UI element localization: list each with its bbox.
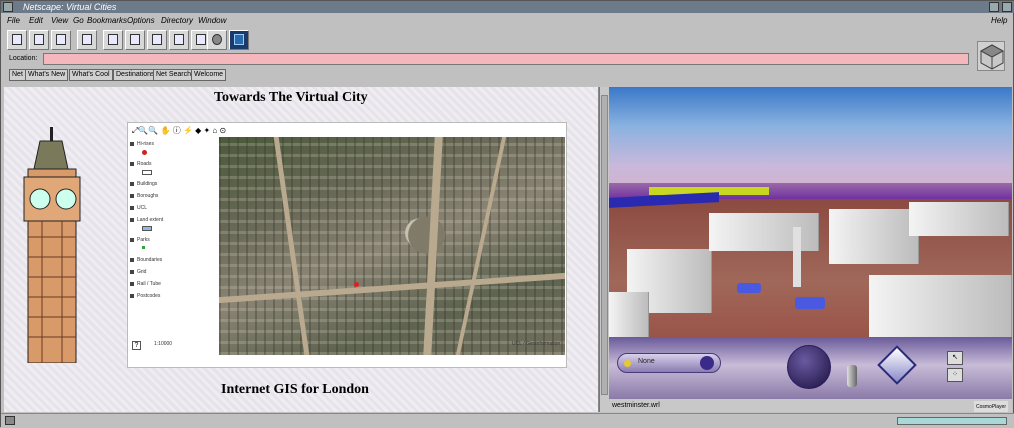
print-icon[interactable] (169, 30, 189, 50)
vr-status-bar: westminster.wrl CosmoPlayer (609, 399, 1012, 412)
edit-icon[interactable] (77, 30, 97, 50)
menu-edit[interactable]: Edit (29, 14, 43, 28)
location-label: Location: (9, 55, 38, 62)
stop-icon[interactable] (207, 30, 227, 50)
navigation-sphere-icon[interactable] (787, 345, 831, 389)
gis-applet: ⤢🔍🔍 ✋ ⓘ ⚡ ◆ ✦ ⌂ ⊙ Hi-rises Roads Buildin… (127, 122, 567, 368)
vr-building (609, 292, 649, 337)
layer-item[interactable]: Roads (130, 161, 218, 181)
zoom-slider[interactable] (847, 365, 857, 387)
world-filename: westminster.wrl (612, 402, 660, 409)
layer-item[interactable]: Boundaries (130, 257, 218, 269)
menu-help[interactable]: Help (991, 14, 1007, 28)
window-menu-button[interactable] (3, 2, 13, 12)
home-icon[interactable] (51, 30, 71, 50)
vrml-frame: None ↖ ⁘ westminster.wrl CosmoPlayer (609, 87, 1012, 412)
viewpoint-dot-icon (624, 360, 631, 367)
layer-legend: Hi-rises Roads Buildings Boroughs UCL La… (130, 141, 218, 305)
minimize-button[interactable] (989, 2, 999, 12)
layer-item[interactable]: UCL (130, 205, 218, 217)
map-credit: UCL / Geoinformation (512, 341, 561, 347)
vr-building (909, 202, 1009, 236)
vr-building (869, 275, 1012, 337)
map-marker[interactable] (354, 282, 359, 287)
layer-item[interactable]: Land extent (130, 217, 218, 237)
help-button[interactable]: ? (132, 341, 141, 350)
aerial-map[interactable] (219, 137, 565, 355)
viewpoint-selector[interactable]: None (617, 353, 721, 373)
viewpoint-label: None (638, 358, 655, 365)
layer-item[interactable]: Buildings (130, 181, 218, 193)
viewpoint-arrow-icon[interactable] (700, 356, 714, 370)
progress-bar (897, 417, 1007, 425)
menu-file[interactable]: File (7, 14, 20, 28)
location-field[interactable] (43, 53, 969, 65)
vr-control-panel: None ↖ ⁘ (609, 337, 1012, 399)
menu-options[interactable]: Options (127, 14, 155, 28)
menu-directory[interactable]: Directory (161, 14, 193, 28)
pointer-icon[interactable]: ↖ (947, 351, 963, 365)
vr-building (829, 209, 919, 264)
layer-item[interactable]: Hi-rises (130, 141, 218, 161)
dir-button-net[interactable]: Net (9, 69, 26, 81)
vertical-scrollbar[interactable] (599, 87, 609, 412)
left-frame: Towards The Virtual City ⤢🔍🔍 ✋ ⓘ ⚡ ◆ ✦ ⌂ (4, 87, 598, 412)
window-title: Netscape: Virtual Cities (23, 2, 117, 12)
scale-readout: 1:10000 (154, 341, 173, 347)
page-subtitle: Internet GIS for London (221, 382, 369, 397)
layer-item[interactable]: Parks (130, 237, 218, 257)
images-icon[interactable] (125, 30, 145, 50)
browser-window: Netscape: Virtual Cities File Edit View … (0, 0, 1014, 428)
dir-button-whats-new[interactable]: What's New (25, 69, 69, 81)
menu-window[interactable]: Window (198, 14, 226, 28)
gis-footer: ? 1:10000 (130, 339, 190, 353)
menu-bar: File Edit View Go Bookmarks Options Dire… (1, 14, 1014, 28)
security-icon[interactable] (5, 416, 15, 425)
scroll-thumb[interactable] (601, 95, 608, 395)
back-icon[interactable] (7, 30, 27, 50)
vr-column (793, 227, 801, 287)
grid-icon[interactable]: ⁘ (947, 368, 963, 382)
dir-button-destinations[interactable]: Destinations (113, 69, 158, 81)
vr-building (709, 213, 819, 251)
menu-view[interactable]: View (51, 14, 68, 28)
browser-status-bar (1, 413, 1014, 428)
big-ben-icon (23, 127, 81, 363)
netscape-globe-icon (977, 41, 1005, 71)
content-area: Towards The Virtual City ⤢🔍🔍 ✋ ⓘ ⚡ ◆ ✦ ⌂ (4, 87, 1012, 412)
reload-icon[interactable] (103, 30, 123, 50)
pan-control-icon[interactable] (877, 345, 917, 385)
vr-fountain (737, 283, 761, 293)
title-bar: Netscape: Virtual Cities (1, 1, 1014, 13)
maximize-button[interactable] (1002, 2, 1012, 12)
vr-fountain (795, 297, 825, 309)
netscape-icon[interactable] (229, 30, 249, 50)
dir-button-welcome[interactable]: Welcome (191, 69, 227, 81)
layer-item[interactable]: Grid (130, 269, 218, 281)
layer-item[interactable]: Postcodes (130, 293, 218, 305)
dir-button-net-search[interactable]: Net Search (153, 69, 195, 81)
menu-go[interactable]: Go (73, 14, 84, 28)
forward-icon[interactable] (29, 30, 49, 50)
layer-item[interactable]: Rail / Tube (130, 281, 218, 293)
open-icon[interactable] (147, 30, 167, 50)
menu-bookmarks[interactable]: Bookmarks (87, 14, 127, 28)
page-title: Towards The Virtual City (214, 90, 368, 105)
mode-buttons: ↖ ⁘ (947, 351, 965, 387)
dir-button-whats-cool[interactable]: What's Cool (69, 69, 113, 81)
gis-toolbar[interactable]: ⤢🔍🔍 ✋ ⓘ ⚡ ◆ ✦ ⌂ ⊙ (132, 125, 226, 137)
player-logo: CosmoPlayer (973, 401, 1008, 412)
layer-item[interactable]: Boroughs (130, 193, 218, 205)
